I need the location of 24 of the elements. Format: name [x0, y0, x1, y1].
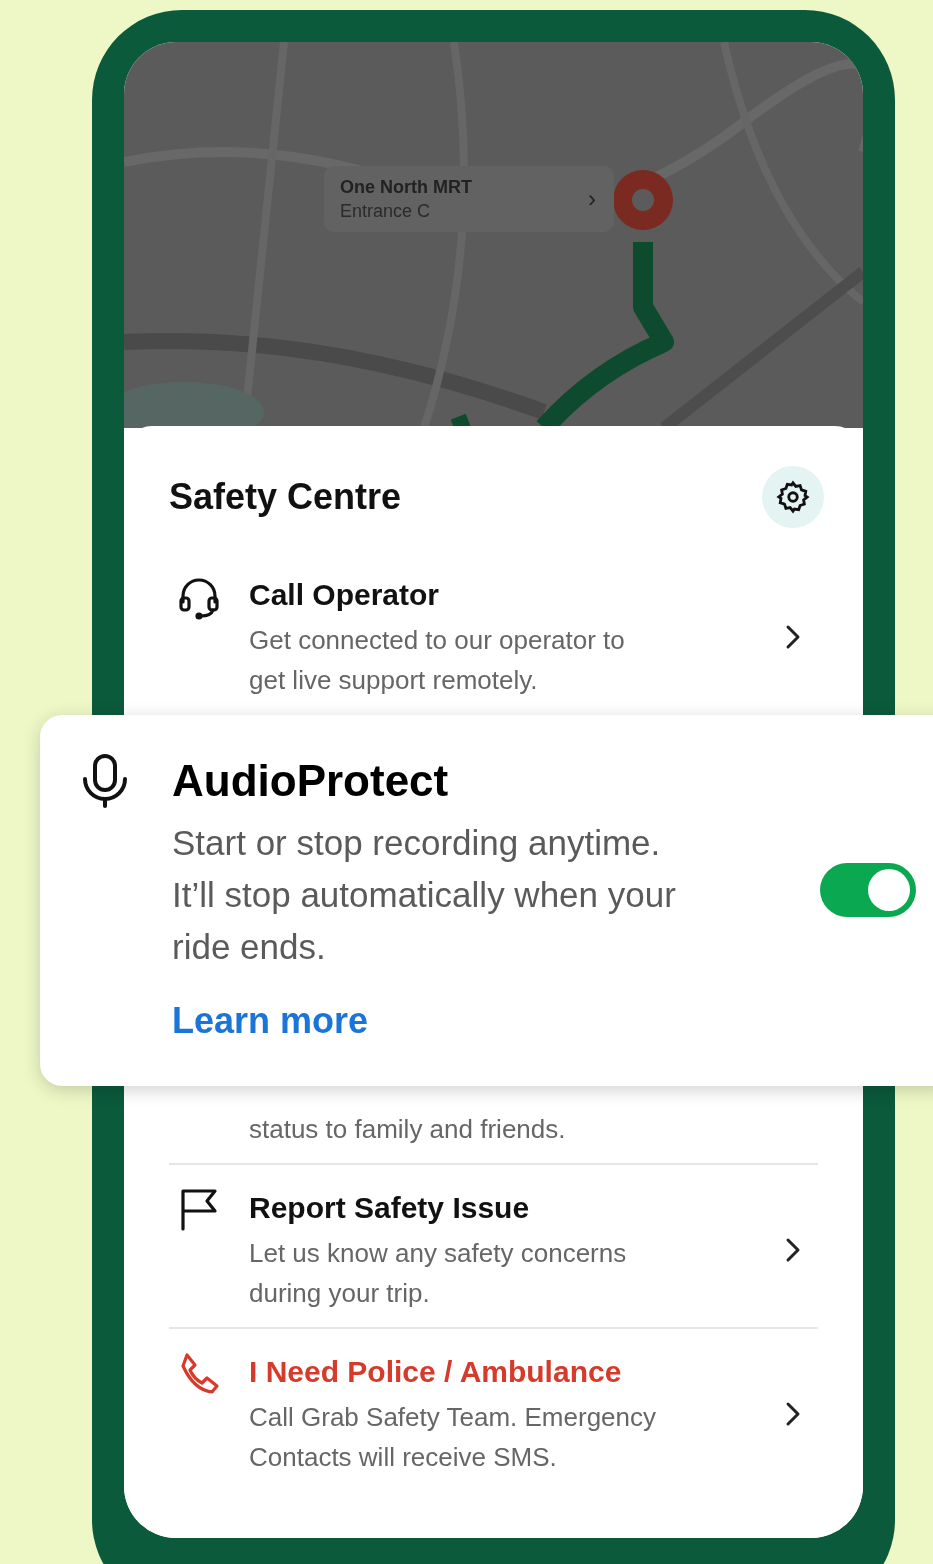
safety-option[interactable]: status to family and friends. — [169, 1109, 818, 1163]
safety-option[interactable]: I Need Police / Ambulance Call Grab Safety Team. Emergency Contacts will receive SMS. — [169, 1327, 818, 1491]
option-description: Call Grab Safety Team. Emergency Contacts will receive SMS. — [249, 1401, 658, 1474]
chevron-icon — [785, 624, 801, 650]
option-description: Let us know any safety concerns during your trip. — [249, 1237, 628, 1310]
learn-more-link[interactable]: Learn more — [172, 999, 369, 1043]
toggle-switch[interactable] — [820, 862, 916, 917]
option-title: I Need Police / Ambulance — [249, 1354, 623, 1390]
feature-title: AudioProtect — [172, 755, 450, 807]
option-description: Get connected to our operator to get live support remotely. — [249, 624, 626, 697]
location-subtitle: Entrance C — [340, 200, 432, 223]
chevron-icon: › — [588, 181, 596, 217]
option-description: status to family and friends. — [249, 1113, 567, 1146]
location-title: One North MRT — [340, 176, 473, 199]
safety-option[interactable]: Report Safety Issue Let us know any safety concerns during your trip. — [169, 1163, 818, 1327]
settings-icon — [776, 480, 810, 514]
toggle-knob — [868, 868, 910, 911]
sheet-title: Safety Centre — [169, 475, 402, 519]
option-title: Call Operator — [249, 577, 441, 613]
chevron-icon — [785, 1401, 801, 1427]
feature-description: Start or stop recording anytime. It’ll stop automatically when your ride ends. — [172, 822, 677, 968]
safety-option[interactable]: Call Operator Get connected to our operator to get live support remotely. — [169, 568, 818, 714]
chevron-icon — [785, 1237, 801, 1263]
option-title: Report Safety Issue — [249, 1190, 531, 1226]
